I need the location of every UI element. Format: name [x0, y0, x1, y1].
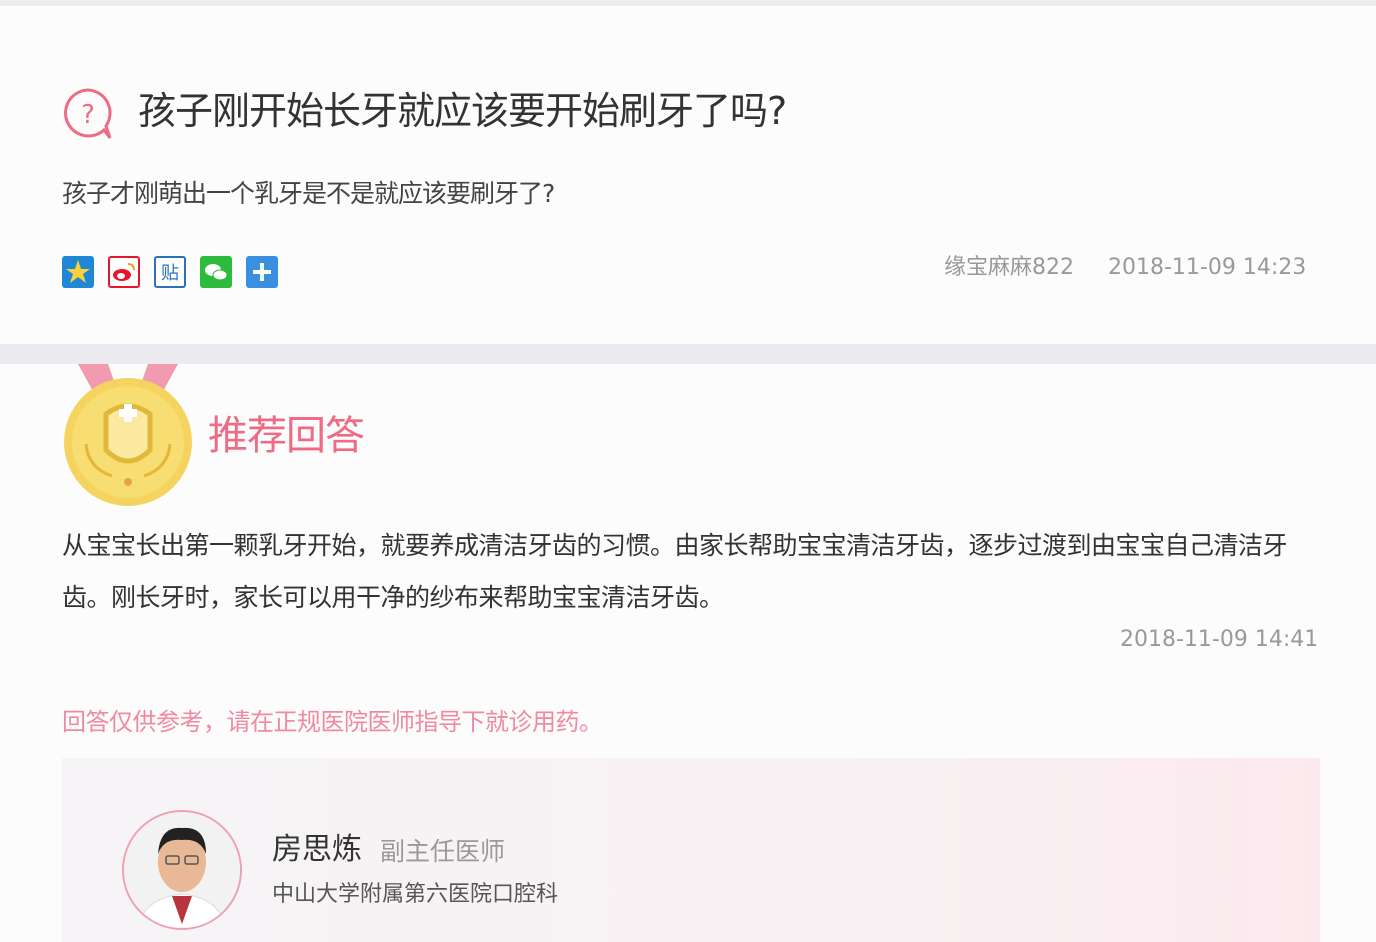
more-share-icon[interactable]: [246, 256, 278, 288]
answer-content: 从宝宝长出第一颗乳牙开始，就要养成清洁牙齿的习惯。由家长帮助宝宝清洁牙齿，逐步过…: [62, 531, 1288, 612]
answer-disclaimer: 回答仅供参考，请在正规医院医师指导下就诊用药。: [62, 708, 603, 736]
question-mark-icon: ?: [64, 88, 112, 139]
weibo-icon[interactable]: [108, 256, 140, 288]
doctor-title: 副主任医师: [380, 837, 506, 866]
tieba-glyph: 贴: [161, 263, 179, 284]
doctor-avatar[interactable]: [122, 810, 242, 930]
recommended-answer-title: 推荐回答: [208, 413, 365, 459]
answer-time: 2018-11-09 14:41: [1120, 627, 1319, 652]
question-time: 2018-11-09 14:23: [1108, 255, 1307, 280]
doctor-name[interactable]: 房思炼: [272, 830, 362, 870]
asker-name[interactable]: 缘宝麻麻822: [944, 250, 1074, 286]
wechat-icon[interactable]: [200, 256, 232, 288]
doctor-hospital: 中山大学附属第六医院口腔科: [272, 882, 559, 907]
question-description: 孩子才刚萌出一个乳牙是不是就应该要刷牙了?: [62, 179, 555, 208]
doctor-card[interactable]: 房思炼 副主任医师 中山大学附属第六医院口腔科: [62, 758, 1320, 942]
question-card: ? 孩子刚开始长牙就应该要开始刷牙了吗? 孩子才刚萌出一个乳牙是不是就应该要刷牙…: [0, 6, 1376, 344]
qzone-icon[interactable]: [62, 256, 94, 288]
recommended-medal-icon: [64, 364, 192, 506]
question-title: 孩子刚开始长牙就应该要开始刷牙了吗?: [138, 89, 787, 133]
answer-card: 推荐回答 从宝宝长出第一颗乳牙开始，就要养成清洁牙齿的习惯。由家长帮助宝宝清洁牙…: [0, 364, 1376, 942]
svg-text:?: ?: [81, 100, 95, 130]
tieba-icon[interactable]: 贴: [154, 256, 186, 288]
